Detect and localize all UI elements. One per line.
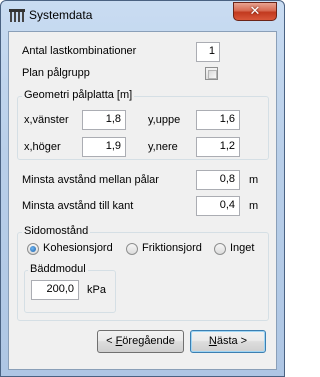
window-title: Systemdata [29, 8, 93, 22]
sidomostand-group-title: Sidomostånd [22, 225, 91, 237]
plan-palgrupp-checkbox[interactable] [205, 67, 218, 80]
avstand-palar-input[interactable]: 0,8 [196, 170, 240, 190]
next-button-label: ästa > [216, 335, 248, 347]
y-uppe-label: y,uppe [148, 114, 181, 126]
y-nere-input[interactable]: 1,2 [196, 137, 240, 157]
inget-radio[interactable] [214, 243, 226, 255]
avstand-palar-label: Minsta avstånd mellan pålar [22, 174, 159, 186]
antal-input[interactable]: 1 [196, 42, 220, 62]
x-vanster-label: x,vänster [24, 114, 69, 126]
previous-button-prefix: < [106, 335, 116, 347]
avstand-kant-input[interactable]: 0,4 [196, 196, 240, 216]
title-bar[interactable]: Systemdata ✕ [1, 1, 284, 31]
next-button[interactable]: Nästa > [190, 330, 266, 353]
dialog-window: Systemdata ✕ Antal lastkombinationer 1 P… [0, 0, 285, 377]
geometri-group-title: Geometri pålplatta [m] [22, 89, 135, 101]
previous-button[interactable]: < Föregående [97, 330, 184, 353]
baddmodul-group-title: Bäddmodul [28, 263, 88, 275]
antal-label: Antal lastkombinationer [22, 45, 137, 57]
y-uppe-input[interactable]: 1,6 [196, 110, 240, 130]
dialog-body: Antal lastkombinationer 1 Plan pålgrupp … [8, 31, 277, 370]
kohesionsjord-radio[interactable] [27, 243, 39, 255]
inget-label[interactable]: Inget [230, 242, 254, 254]
friktionsjord-radio[interactable] [126, 243, 138, 255]
close-button[interactable]: ✕ [233, 2, 277, 21]
previous-button-label: öregående [122, 335, 175, 347]
avstand-palar-unit: m [249, 174, 259, 186]
friktionsjord-label[interactable]: Friktionsjord [142, 242, 202, 254]
baddmodul-input[interactable]: 200,0 [31, 280, 79, 300]
baddmodul-unit: kPa [87, 284, 106, 296]
x-vanster-input[interactable]: 1,8 [82, 110, 126, 130]
pile-group-icon [9, 9, 25, 23]
kohesionsjord-label[interactable]: Kohesionsjord [43, 242, 113, 254]
plan-palgrupp-label: Plan pålgrupp [22, 67, 90, 79]
y-nere-label: y,nere [148, 141, 178, 153]
x-hoger-label: x,höger [24, 141, 61, 153]
x-hoger-input[interactable]: 1,9 [82, 137, 126, 157]
avstand-kant-unit: m [249, 200, 259, 212]
avstand-kant-label: Minsta avstånd till kant [22, 200, 134, 212]
next-button-mnemonic: N [208, 335, 217, 347]
close-icon: ✕ [249, 4, 261, 19]
